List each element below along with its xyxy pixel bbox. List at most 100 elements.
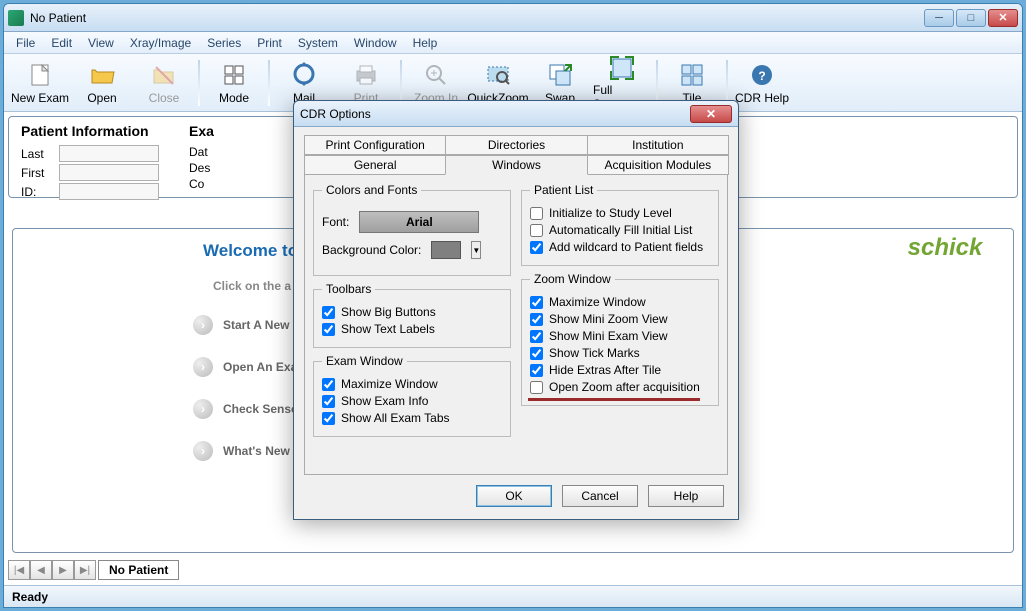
annotation-underline <box>528 398 700 401</box>
toolbar-mode-button[interactable]: Mode <box>204 56 264 110</box>
menu-window[interactable]: Window <box>346 34 405 52</box>
minimize-button[interactable]: ─ <box>924 9 954 27</box>
mode-icon <box>220 61 248 89</box>
menu-print[interactable]: Print <box>249 34 290 52</box>
fullscreen-icon <box>608 55 636 81</box>
zoom-in-icon <box>422 61 450 89</box>
schick-logo: schick <box>880 226 1010 270</box>
tab-acquisition-modules[interactable]: Acquisition Modules <box>587 155 729 175</box>
menubar: FileEditViewXray/ImageSeriesPrintSystemW… <box>4 32 1022 54</box>
first-name-input[interactable] <box>59 164 159 181</box>
dialog-titlebar: CDR Options ✕ <box>294 101 738 127</box>
help-button[interactable]: Help <box>648 485 724 507</box>
chevron-icon: › <box>193 357 213 377</box>
chevron-icon: › <box>193 315 213 335</box>
field-label-co: Co <box>189 177 204 191</box>
tab-institution[interactable]: Institution <box>587 135 729 155</box>
tab-general[interactable]: General <box>304 155 446 175</box>
tab-next-button[interactable]: ▶ <box>52 560 74 580</box>
maximize-button[interactable]: □ <box>956 9 986 27</box>
checkbox-initialize-to-study-level[interactable]: Initialize to Study Level <box>530 206 710 220</box>
tab-last-button[interactable]: ▶| <box>74 560 96 580</box>
checkbox-show-all-exam-tabs[interactable]: Show All Exam Tabs <box>322 411 502 425</box>
colors-fonts-legend: Colors and Fonts <box>322 183 421 197</box>
menu-system[interactable]: System <box>290 34 346 52</box>
checkbox-show-mini-zoom-view[interactable]: Show Mini Zoom View <box>530 312 710 326</box>
field-label-dat: Dat <box>189 145 208 159</box>
mail-icon <box>290 61 318 89</box>
swap-icon <box>546 61 574 89</box>
tile-icon <box>678 61 706 89</box>
titlebar: No Patient ─ □ ✕ <box>4 4 1022 32</box>
folder-open-icon <box>88 61 116 89</box>
toolbar-separator <box>400 60 402 106</box>
menu-file[interactable]: File <box>8 34 43 52</box>
document-tab[interactable]: No Patient <box>98 560 179 580</box>
tab-directories[interactable]: Directories <box>445 135 587 155</box>
id-input[interactable] <box>59 183 159 200</box>
checkbox-add-wildcard-to-patient-fields[interactable]: Add wildcard to Patient fields <box>530 240 710 254</box>
statusbar: Ready <box>4 585 1022 607</box>
font-label: Font: <box>322 215 349 229</box>
checkbox-show-exam-info[interactable]: Show Exam Info <box>322 394 502 408</box>
menu-series[interactable]: Series <box>199 34 249 52</box>
toolbar-close-button: Close <box>134 56 194 110</box>
toolbar-open-button[interactable]: Open <box>72 56 132 110</box>
bgcolor-swatch[interactable] <box>431 241 461 259</box>
checkbox-hide-extras-after-tile[interactable]: Hide Extras After Tile <box>530 363 710 377</box>
dialog-title: CDR Options <box>300 107 690 121</box>
toolbar-cdr-help-button[interactable]: ?CDR Help <box>732 56 792 110</box>
chevron-icon: › <box>193 441 213 461</box>
checkbox-maximize-window[interactable]: Maximize Window <box>322 377 502 391</box>
tab-windows[interactable]: Windows <box>445 155 587 175</box>
tab-panel-windows: Colors and Fonts Font: Arial Background … <box>304 175 728 475</box>
menu-view[interactable]: View <box>80 34 122 52</box>
toolbar-separator <box>726 60 728 106</box>
tabstrip: |◀ ◀ ▶ ▶| No Patient <box>8 559 1018 581</box>
checkbox-show-tick-marks[interactable]: Show Tick Marks <box>530 346 710 360</box>
field-label-id: ID: <box>21 185 53 199</box>
printer-icon <box>352 61 380 89</box>
tab-first-button[interactable]: |◀ <box>8 560 30 580</box>
ok-button[interactable]: OK <box>476 485 552 507</box>
checkbox-open-zoom-after-acquisition[interactable]: Open Zoom after acquisition <box>530 380 710 394</box>
toolbar-separator <box>656 60 658 106</box>
checkbox-show-big-buttons[interactable]: Show Big Buttons <box>322 305 502 319</box>
help-icon: ? <box>748 61 776 89</box>
font-button[interactable]: Arial <box>359 211 479 233</box>
toolbar-new-exam-button[interactable]: New Exam <box>10 56 70 110</box>
cancel-button[interactable]: Cancel <box>562 485 638 507</box>
app-icon <box>8 10 24 26</box>
exam-info-title: Exa <box>189 123 214 139</box>
dialog-close-button[interactable]: ✕ <box>690 105 732 123</box>
field-label-des: Des <box>189 161 210 175</box>
checkbox-show-text-labels[interactable]: Show Text Labels <box>322 322 502 336</box>
menu-xrayimage[interactable]: Xray/Image <box>122 34 199 52</box>
tab-prev-button[interactable]: ◀ <box>30 560 52 580</box>
quickzoom-icon <box>484 61 512 89</box>
tab-print-configuration[interactable]: Print Configuration <box>304 135 446 155</box>
close-button[interactable]: ✕ <box>988 9 1018 27</box>
patient-info-title: Patient Information <box>21 123 159 139</box>
menu-edit[interactable]: Edit <box>43 34 80 52</box>
colors-fonts-group: Colors and Fonts Font: Arial Background … <box>313 183 511 276</box>
toolbar-separator <box>268 60 270 106</box>
bgcolor-label: Background Color: <box>322 243 421 257</box>
exam-window-group: Exam WindowMaximize WindowShow Exam Info… <box>313 354 511 437</box>
svg-text:?: ? <box>758 69 765 83</box>
chevron-icon: › <box>193 399 213 419</box>
folder-close-icon <box>150 61 178 89</box>
toolbars-group: ToolbarsShow Big ButtonsShow Text Labels <box>313 282 511 348</box>
file-new-icon <box>26 61 54 89</box>
bgcolor-dropdown[interactable]: ▼ <box>471 241 481 259</box>
zoom-window-group: Zoom WindowMaximize WindowShow Mini Zoom… <box>521 272 719 406</box>
checkbox-automatically-fill-initial-list[interactable]: Automatically Fill Initial List <box>530 223 710 237</box>
field-label-first: First <box>21 166 53 180</box>
patient-list-group: Patient ListInitialize to Study LevelAut… <box>521 183 719 266</box>
window-title: No Patient <box>30 11 924 25</box>
last-name-input[interactable] <box>59 145 159 162</box>
status-text: Ready <box>12 590 48 604</box>
menu-help[interactable]: Help <box>405 34 446 52</box>
checkbox-maximize-window[interactable]: Maximize Window <box>530 295 710 309</box>
checkbox-show-mini-exam-view[interactable]: Show Mini Exam View <box>530 329 710 343</box>
